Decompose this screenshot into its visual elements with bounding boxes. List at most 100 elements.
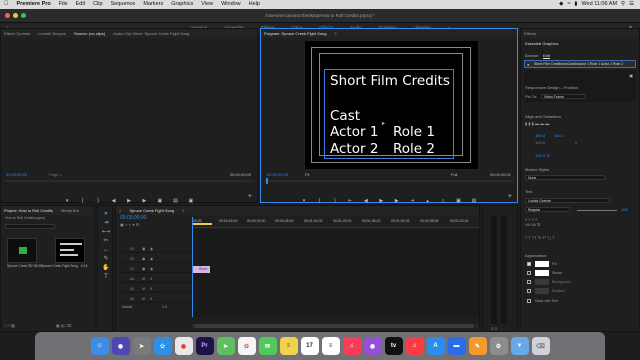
go-to-out-icon[interactable]: ⇥ xyxy=(409,198,416,204)
track-target-v1[interactable]: V1 xyxy=(130,267,134,271)
wifi-icon[interactable]: ≈ xyxy=(567,0,570,9)
track-solo-icon[interactable]: S xyxy=(150,277,152,281)
tab-browse[interactable]: Browse xyxy=(525,53,538,58)
mask-checkbox[interactable] xyxy=(527,299,531,303)
track-lock-icon[interactable]: ▣ xyxy=(142,267,145,271)
go-to-in-icon[interactable]: ⇤ xyxy=(347,198,354,204)
tab-essential-graphics[interactable]: Essential Graphics xyxy=(525,41,558,46)
track-target-a1[interactable]: A1 xyxy=(130,277,134,281)
layer-eye-icon[interactable]: ● xyxy=(527,62,529,67)
track-solo-icon[interactable]: S xyxy=(150,297,152,301)
export-frame-icon[interactable]: ▣ xyxy=(187,198,194,204)
tab-audio-clip-mixer[interactable]: Audio Clip Mixer: Spruce Creek Fight Son… xyxy=(113,29,189,38)
track-header-a1[interactable]: A1 M S xyxy=(116,276,192,283)
font-size-value[interactable]: 100 xyxy=(621,207,628,212)
selection-tool-icon[interactable]: ➤ xyxy=(101,210,111,219)
program-mark-out-icon[interactable]: } xyxy=(331,198,338,204)
mark-out-icon[interactable]: } xyxy=(95,198,102,204)
comparison-view-icon[interactable]: ▤ xyxy=(470,198,477,204)
subscript-icon[interactable]: T₁ xyxy=(547,235,551,240)
lift-icon[interactable]: ▴ xyxy=(424,198,431,204)
tab-project[interactable]: Project: How to Roll Credits xyxy=(4,206,53,215)
dropbox-icon[interactable]: ◆ xyxy=(559,0,563,9)
downloads-folder-icon[interactable]: ▼ xyxy=(510,337,529,355)
pen-tool-icon[interactable]: ✎ xyxy=(101,255,111,264)
track-eye-icon[interactable]: ◉ xyxy=(150,247,153,251)
type-tool-icon[interactable]: T xyxy=(101,273,111,282)
apple-menu-icon[interactable]:  xyxy=(0,0,13,9)
source-timecode[interactable]: 00;00;00;00 xyxy=(6,172,27,177)
premiere-pro-icon[interactable]: Pr xyxy=(195,337,214,355)
trash-can-icon[interactable]: ⌫ xyxy=(531,337,550,355)
step-back-icon[interactable]: ◀ xyxy=(110,198,117,204)
keynote-icon[interactable]: ▬ xyxy=(447,337,466,355)
panel-menu-icon[interactable]: ≡ xyxy=(334,29,336,38)
align-left-icon[interactable]: ▮ xyxy=(525,121,527,126)
tab-sequence[interactable]: Spruce Creek Fight Song xyxy=(129,206,174,215)
play-icon[interactable]: ▶ xyxy=(126,198,133,204)
track-header-a2[interactable]: A2 M S xyxy=(116,286,192,293)
photos-icon[interactable]: ✿ xyxy=(237,337,256,355)
finder-icon[interactable]: ☺ xyxy=(90,337,109,355)
tab-effect-controls[interactable]: Effect Controls xyxy=(4,29,30,38)
track-header-v3[interactable]: V3 ▣ ◉ xyxy=(116,246,192,253)
shadow-checkbox[interactable] xyxy=(527,289,531,293)
reminders-icon[interactable]: ≡ xyxy=(321,337,340,355)
hand-tool-icon[interactable]: ✋ xyxy=(101,264,111,273)
kerning-icon[interactable]: VA xyxy=(531,222,536,227)
tab-lumetri-scopes[interactable]: Lumetri Scopes xyxy=(38,29,66,38)
nest-icon[interactable]: ▣ xyxy=(120,222,124,227)
slip-tool-icon[interactable]: ↔ xyxy=(101,246,111,255)
scrollbar-thumb[interactable] xyxy=(194,324,474,328)
underline-icon[interactable]: T xyxy=(552,235,554,240)
position-x[interactable]: 189.3 xyxy=(535,133,545,138)
program-step-back-icon[interactable]: ◀ xyxy=(362,198,369,204)
mark-in-icon[interactable]: { xyxy=(79,198,86,204)
faux-italic-icon[interactable]: T xyxy=(528,235,530,240)
master-styles-select[interactable]: None xyxy=(525,175,605,180)
track-mute-icon[interactable]: M xyxy=(142,277,145,281)
razor-tool-icon[interactable]: ✂ xyxy=(101,237,111,246)
project-search-input[interactable] xyxy=(5,224,55,229)
notes-icon[interactable]: ≡ xyxy=(279,337,298,355)
source-page-select[interactable]: Page 1 xyxy=(49,172,62,177)
program-mark-in-icon[interactable]: { xyxy=(316,198,323,204)
font-select[interactable]: Lucida Grande xyxy=(525,198,610,203)
program-button-editor-icon[interactable]: + xyxy=(508,193,512,200)
align-center-icon[interactable]: ▮ xyxy=(528,121,530,126)
all-caps-icon[interactable]: TT xyxy=(532,235,537,240)
menu-markers[interactable]: Markers xyxy=(139,0,167,9)
timeline-menu-icon[interactable]: ≡ xyxy=(182,206,184,215)
fill-color-swatch[interactable] xyxy=(535,261,549,267)
menu-help[interactable]: Help xyxy=(245,0,264,9)
overwrite-icon[interactable]: ▤ xyxy=(172,198,179,204)
siri-icon[interactable]: ◉ xyxy=(111,337,130,355)
maps-icon[interactable]: ➤ xyxy=(216,337,235,355)
safari-icon[interactable]: ✩ xyxy=(153,337,172,355)
music-icon[interactable]: ♫ xyxy=(342,337,361,355)
new-item-icon[interactable]: ▤ xyxy=(61,323,65,328)
stroke-checkbox[interactable] xyxy=(527,271,531,275)
spotlight-icon[interactable]: ⚲ xyxy=(621,0,625,9)
launchpad-icon[interactable]: ➤ xyxy=(132,337,151,355)
timeline-ruler[interactable]: 00;00 00;00;16;00 00;00;32;00 00;00;48;0… xyxy=(192,216,479,228)
ripple-edit-tool-icon[interactable]: ⟷ xyxy=(101,228,111,237)
linked-selection-icon[interactable]: ◐ xyxy=(129,222,131,227)
align-bottom-icon[interactable]: ▬ xyxy=(545,121,549,126)
track-target-a3[interactable]: A3 xyxy=(130,297,134,301)
lock-icon[interactable]: □ xyxy=(4,323,6,328)
track-target-v3[interactable]: V3 xyxy=(130,247,134,251)
timeline-vertical-scrollbar[interactable] xyxy=(470,230,476,310)
timeline-close-icon[interactable]: × xyxy=(119,206,121,215)
position-y[interactable]: 66.0 xyxy=(555,133,563,138)
align-middle-icon[interactable]: ▬ xyxy=(540,121,544,126)
tracking-icon[interactable]: VA xyxy=(525,222,530,227)
menu-edit[interactable]: Edit xyxy=(72,0,89,9)
background-color-swatch[interactable] xyxy=(535,279,549,285)
timeline-settings-icon[interactable]: ⚙ xyxy=(136,222,140,227)
rotation-value[interactable]: 0 xyxy=(575,140,577,145)
pin-to-select[interactable]: Video Frame xyxy=(541,94,586,99)
font-style-select[interactable]: Regular xyxy=(525,207,570,212)
fill-checkbox[interactable] xyxy=(527,262,531,266)
superscript-icon[interactable]: T¹ xyxy=(542,235,546,240)
